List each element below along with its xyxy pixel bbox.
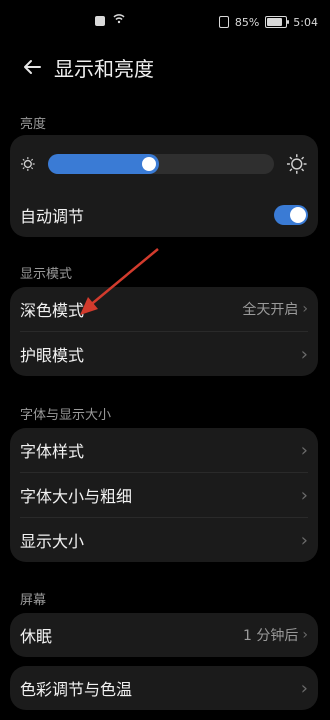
status-time: 5:04 — [293, 15, 318, 29]
brightness-slider[interactable] — [47, 154, 275, 174]
section-label-screen: 屏幕 — [20, 593, 47, 608]
notification-icon — [95, 15, 105, 26]
sleep-row[interactable]: 休眠 1 分钟后 › — [10, 613, 318, 657]
color-temp-row[interactable]: 色彩调节与色温 › — [10, 666, 318, 710]
color-card: 色彩调节与色温 › — [10, 666, 318, 710]
battery-percent: 85% — [234, 15, 260, 29]
display-size-label: 显示大小 — [20, 532, 85, 551]
sleep-value: 1 分钟后 — [243, 628, 299, 644]
section-label-brightness: 亮度 — [20, 117, 47, 132]
font-size-label: 字体大小与粗细 — [20, 487, 133, 506]
sleep-label: 休眠 — [20, 627, 53, 646]
chevron-right-icon: › — [300, 677, 308, 699]
font-size-row[interactable]: 字体大小与粗细 › — [10, 473, 318, 517]
auto-brightness-label: 自动调节 — [20, 207, 85, 226]
annotation-arrow — [80, 248, 159, 315]
section-label-font: 字体与显示大小 — [20, 408, 112, 423]
chevron-right-icon: › — [300, 484, 308, 506]
chevron-right-icon: › — [300, 529, 308, 551]
chevron-right-icon: › — [300, 343, 308, 365]
page-title: 显示和亮度 — [54, 56, 154, 81]
brightness-card: 自动调节 — [10, 135, 318, 237]
back-arrow-icon — [24, 60, 41, 74]
eye-care-label: 护眼模式 — [20, 346, 85, 365]
vibrate-icon — [218, 16, 229, 28]
eye-care-row[interactable]: 护眼模式 › — [10, 332, 318, 376]
sun-small-icon — [20, 157, 35, 171]
status-bar: 85% 5:04 — [0, 0, 330, 44]
display-size-row[interactable]: 显示大小 › — [10, 518, 318, 562]
brightness-slider-knob[interactable] — [141, 157, 156, 171]
header: 显示和亮度 — [0, 44, 330, 90]
sun-large-icon — [287, 154, 308, 174]
color-temp-label: 色彩调节与色温 — [20, 680, 133, 699]
font-style-row[interactable]: 字体样式 › — [10, 428, 318, 472]
auto-brightness-row[interactable]: 自动调节 — [10, 193, 318, 237]
wifi-icon — [113, 14, 125, 27]
font-card: 字体样式 › 字体大小与粗细 › 显示大小 › — [10, 428, 318, 562]
dark-mode-value: 全天开启 — [242, 302, 299, 318]
section-label-display-mode: 显示模式 — [20, 267, 73, 282]
battery-icon — [265, 16, 290, 28]
auto-brightness-toggle[interactable] — [274, 205, 308, 225]
screen-card: 休眠 1 分钟后 › — [10, 613, 318, 657]
status-left-icons — [95, 14, 125, 27]
font-style-label: 字体样式 — [20, 442, 85, 461]
chevron-right-icon: › — [302, 301, 308, 317]
chevron-right-icon: › — [300, 439, 308, 461]
brightness-slider-row — [10, 135, 318, 193]
back-button[interactable] — [18, 53, 46, 81]
chevron-right-icon: › — [302, 627, 308, 643]
status-right: 85% 5:04 — [218, 15, 318, 29]
